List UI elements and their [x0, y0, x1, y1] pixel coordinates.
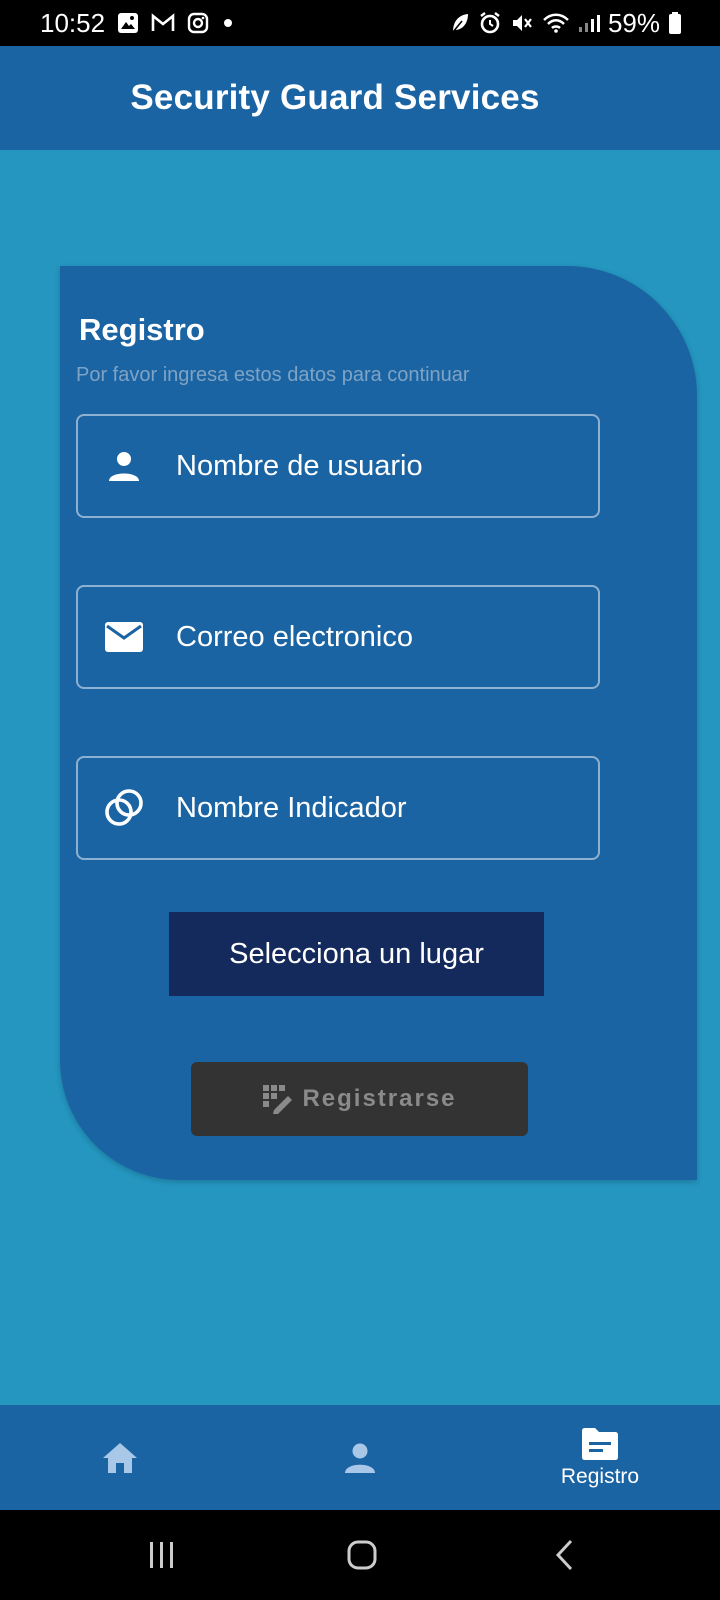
select-place-button[interactable]: Selecciona un lugar — [169, 912, 544, 996]
email-field-label: Correo electronico — [176, 620, 413, 653]
username-field[interactable]: Nombre de usuario — [76, 414, 600, 518]
back-button[interactable] — [535, 1530, 595, 1580]
bottom-nav: Registro — [0, 1405, 720, 1510]
register-button[interactable]: Registrarse — [191, 1062, 528, 1136]
form-title: Registro — [79, 312, 205, 347]
nav-profile[interactable] — [320, 1405, 400, 1510]
alarm-icon — [478, 11, 502, 35]
status-right: 59% — [450, 8, 682, 39]
gallery-icon — [117, 12, 139, 34]
battery-percent: 59% — [607, 7, 660, 38]
status-left: 10:52 — [40, 8, 235, 39]
status-time: 10:52 — [40, 7, 106, 38]
battery-icon — [668, 11, 682, 35]
nav-home[interactable] — [80, 1405, 160, 1510]
mute-icon — [510, 12, 534, 34]
system-home-button[interactable] — [332, 1530, 392, 1580]
app-bar: Security Guard Services — [0, 46, 720, 150]
signal-icon — [578, 13, 600, 33]
dot-icon — [221, 16, 235, 30]
indicator-name-field-label: Nombre Indicador — [176, 791, 407, 824]
indicator-name-field[interactable]: Nombre Indicador — [76, 756, 600, 860]
instagram-icon — [187, 12, 209, 34]
recents-button[interactable] — [132, 1530, 192, 1580]
folder-icon — [580, 1427, 620, 1461]
app-title: Security Guard Services — [130, 78, 540, 117]
registration-card — [60, 266, 697, 1180]
recents-icon — [147, 1541, 177, 1569]
wifi-icon — [542, 12, 570, 34]
home-icon — [101, 1441, 139, 1475]
email-field[interactable]: Correo electronico — [76, 585, 600, 689]
grid-edit-icon — [262, 1084, 294, 1114]
email-icon — [102, 615, 146, 659]
person-icon — [102, 444, 146, 488]
home-outline-icon — [346, 1539, 378, 1571]
status-bar: 10:52 59% — [0, 0, 720, 46]
username-field-label: Nombre de usuario — [176, 449, 423, 482]
system-nav-bar — [0, 1510, 720, 1600]
person-icon — [343, 1441, 377, 1475]
form-subtitle: Por favor ingresa estos datos para conti… — [76, 364, 470, 386]
rings-icon — [102, 786, 146, 830]
nav-registro-label: Registro — [560, 1464, 640, 1488]
gmail-icon — [151, 13, 175, 33]
register-button-label: Registrarse — [302, 1085, 457, 1112]
nav-registro[interactable]: Registro — [540, 1405, 660, 1510]
leaf-icon — [450, 12, 470, 34]
back-chevron-icon — [554, 1539, 576, 1571]
